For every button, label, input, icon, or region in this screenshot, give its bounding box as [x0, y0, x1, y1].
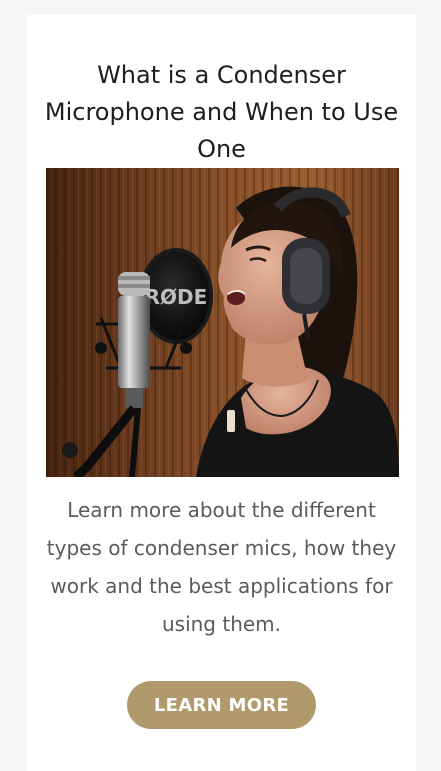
article-card: What is a Condenser Microphone and When … — [27, 15, 416, 771]
mic-brand-text: RØDE — [145, 285, 208, 309]
article-description: Learn more about the different types of … — [46, 498, 397, 636]
article-title[interactable]: What is a Condenser Microphone and When … — [41, 57, 402, 168]
article-hero-image[interactable]: RØDE — [46, 168, 399, 477]
learn-more-button[interactable]: LEARN MORE — [127, 681, 316, 729]
